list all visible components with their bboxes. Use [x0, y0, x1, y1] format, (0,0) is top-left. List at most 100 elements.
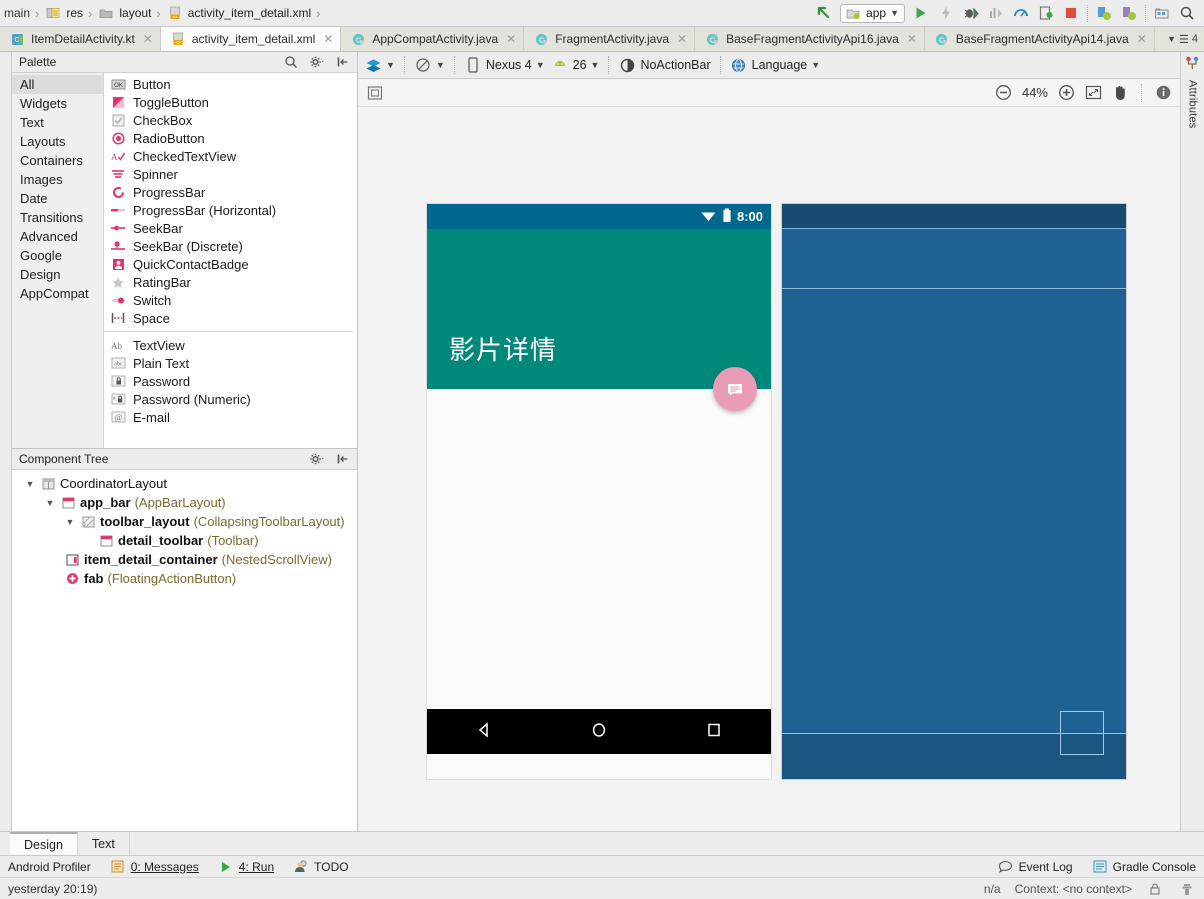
palette-category-google[interactable]: Google: [12, 246, 103, 265]
palette-item-space[interactable]: Space: [104, 309, 357, 327]
breadcrumb-item-main[interactable]: main: [2, 6, 32, 20]
preview-scroll-content[interactable]: [427, 389, 771, 709]
close-icon[interactable]: ✕: [323, 32, 333, 46]
memory-icon[interactable]: [1178, 880, 1196, 898]
status-android-profiler[interactable]: Android Profiler: [8, 860, 91, 874]
expand-arrow-icon[interactable]: ▼: [24, 479, 36, 489]
palette-item-password[interactable]: Password: [104, 372, 357, 390]
orientation-selector[interactable]: ▼: [414, 56, 445, 74]
project-structure-icon[interactable]: [1153, 4, 1171, 22]
palette-category-all[interactable]: All: [12, 75, 103, 94]
palette-item-togglebutton[interactable]: ToggleButton: [104, 93, 357, 111]
status-todo[interactable]: TODO: [292, 858, 349, 876]
device-selector[interactable]: Nexus 4 ▼: [464, 56, 545, 74]
close-icon[interactable]: ✕: [1137, 32, 1147, 46]
palette-category-widgets[interactable]: Widgets: [12, 94, 103, 113]
theme-selector[interactable]: NoActionBar: [618, 56, 711, 74]
profile-icon[interactable]: [987, 4, 1005, 22]
palette-item-seekbar-discrete[interactable]: SeekBar (Discrete): [104, 237, 357, 255]
lock-icon[interactable]: [1146, 880, 1164, 898]
pointer-icon[interactable]: [815, 4, 833, 22]
status-run[interactable]: 4: Run: [217, 858, 274, 876]
breadcrumb-item-res[interactable]: res: [42, 4, 85, 22]
palette-item-quickcontactbadge[interactable]: QuickContactBadge: [104, 255, 357, 273]
locale-selector[interactable]: Language ▼: [730, 56, 820, 74]
constraint-icon[interactable]: [366, 84, 384, 102]
palette-category-design[interactable]: Design: [12, 265, 103, 284]
gear-icon[interactable]: [308, 53, 326, 71]
tree-node-fab[interactable]: fab (FloatingActionButton): [16, 569, 357, 588]
palette-category-advanced[interactable]: Advanced: [12, 227, 103, 246]
palette-category-appcompat[interactable]: AppCompat: [12, 284, 103, 303]
editor-tab-item-detail-activity[interactable]: C ItemDetailActivity.kt ✕: [0, 27, 161, 51]
api-level-selector[interactable]: 26 ▼: [551, 56, 599, 74]
tree-node-app-bar[interactable]: ▼ app_bar (AppBarLayout): [16, 493, 357, 512]
preview-fab[interactable]: [713, 367, 757, 411]
zoom-fit-icon[interactable]: [1084, 84, 1102, 102]
hand-icon[interactable]: [1111, 84, 1129, 102]
attach-debugger-icon[interactable]: [1037, 4, 1055, 22]
palette-category-containers[interactable]: Containers: [12, 151, 103, 170]
palette-item-password-numeric[interactable]: # Password (Numeric): [104, 390, 357, 408]
debug-icon[interactable]: [962, 4, 980, 22]
palette-item-email[interactable]: @ E-mail: [104, 408, 357, 426]
palette-item-switch[interactable]: Switch: [104, 291, 357, 309]
breadcrumb-item-file[interactable]: <> activity_item_detail.xml: [164, 4, 313, 22]
close-icon[interactable]: ✕: [907, 32, 917, 46]
palette-item-seekbar[interactable]: SeekBar: [104, 219, 357, 237]
palette-item-button[interactable]: OK Button: [104, 75, 357, 93]
blueprint-preview[interactable]: [782, 204, 1126, 779]
expand-arrow-icon[interactable]: ▼: [44, 498, 56, 508]
palette-item-progressbar[interactable]: ProgressBar: [104, 183, 357, 201]
close-icon[interactable]: ✕: [143, 32, 153, 46]
status-messages[interactable]: 0: Messages: [109, 858, 199, 876]
tab-text[interactable]: Text: [78, 832, 130, 855]
close-icon[interactable]: ✕: [506, 32, 516, 46]
blueprint-scroll-view[interactable]: [782, 289, 1126, 755]
palette-item-radiobutton[interactable]: RadioButton: [104, 129, 357, 147]
search-everywhere-icon[interactable]: [1178, 4, 1196, 22]
palette-category-text[interactable]: Text: [12, 113, 103, 132]
zoom-in-icon[interactable]: [1057, 84, 1075, 102]
avd-manager-icon[interactable]: [1095, 4, 1113, 22]
palette-category-date[interactable]: Date: [12, 189, 103, 208]
recents-icon[interactable]: [704, 720, 724, 743]
editor-tab-fragment-activity[interactable]: C FragmentActivity.java ✕: [524, 27, 696, 51]
palette-item-ratingbar[interactable]: RatingBar: [104, 273, 357, 291]
monitor-icon[interactable]: [1012, 4, 1030, 22]
tree-node-item-detail-container[interactable]: item_detail_container (NestedScrollView): [16, 550, 357, 569]
status-gradle-console[interactable]: Gradle Console: [1091, 858, 1196, 876]
blueprint-app-bar[interactable]: [782, 229, 1126, 289]
tree-node-detail-toolbar[interactable]: detail_toolbar (Toolbar): [16, 531, 357, 550]
device-preview[interactable]: 8:00 影片详情: [427, 204, 771, 779]
editor-tab-appcompat-activity[interactable]: C AppCompatActivity.java ✕: [341, 27, 525, 51]
run-configuration-selector[interactable]: app ▼: [840, 3, 905, 23]
tree-node-coordinatorlayout[interactable]: ▼ CoordinatorLayout: [16, 474, 357, 493]
zoom-out-icon[interactable]: [995, 84, 1013, 102]
palette-item-checkbox[interactable]: CheckBox: [104, 111, 357, 129]
palette-category-images[interactable]: Images: [12, 170, 103, 189]
palette-item-textview[interactable]: Ab TextView: [104, 336, 357, 354]
editor-tab-activity-item-detail[interactable]: <> activity_item_detail.xml ✕: [160, 27, 342, 51]
palette-category-layouts[interactable]: Layouts: [12, 132, 103, 151]
palette-item-spinner[interactable]: Spinner: [104, 165, 357, 183]
editor-tab-base-fragment-activity-api14[interactable]: C BaseFragmentActivityApi14.java ✕: [924, 27, 1155, 51]
palette-item-plain-text[interactable]: abc Plain Text: [104, 354, 357, 372]
editor-tab-base-fragment-activity-api16[interactable]: C BaseFragmentActivityApi16.java ✕: [695, 27, 925, 51]
palette-item-checkedtextview[interactable]: A CheckedTextView: [104, 147, 357, 165]
expand-arrow-icon[interactable]: ▼: [64, 517, 76, 527]
breadcrumb-item-layout[interactable]: layout: [95, 4, 153, 22]
tab-design[interactable]: Design: [10, 832, 78, 855]
design-mode-selector[interactable]: ▼: [364, 56, 395, 74]
status-event-log[interactable]: Event Log: [997, 858, 1073, 876]
apply-changes-icon[interactable]: [937, 4, 955, 22]
stop-icon[interactable]: [1062, 4, 1080, 22]
tool-window-tab-attributes[interactable]: Attributes: [1187, 77, 1199, 131]
design-canvas[interactable]: 8:00 影片详情: [358, 107, 1180, 831]
tab-list-button[interactable]: ▼ ☰ 4: [1167, 27, 1204, 51]
collapse-icon[interactable]: [334, 53, 352, 71]
info-icon[interactable]: [1154, 84, 1172, 102]
run-icon[interactable]: [912, 4, 930, 22]
collapse-icon[interactable]: [334, 450, 352, 468]
sdk-manager-icon[interactable]: [1120, 4, 1138, 22]
